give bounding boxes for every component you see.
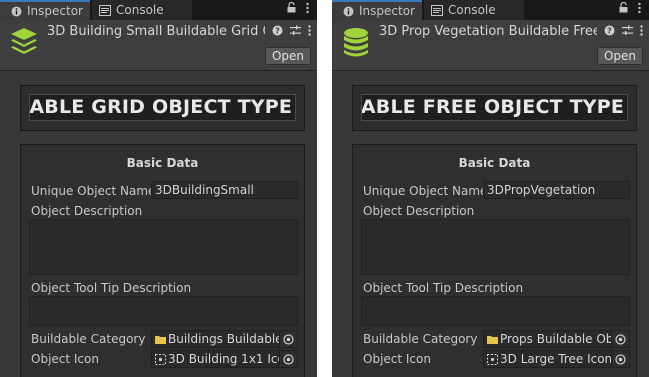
object-picker-icon[interactable] [279, 351, 297, 367]
asset-header: 3D Prop Vegetation Buildable Free Object… [332, 20, 649, 71]
asset-title: 3D Building Small Buildable Grid Object [47, 24, 265, 39]
description-label: Object Description [31, 204, 143, 218]
tab-console[interactable]: Console [424, 0, 524, 20]
basic-data-section: Basic Data Unique Object Name 3DPropVege… [352, 144, 637, 377]
object-icon-value: 3D Large Tree Icon [500, 352, 611, 366]
description-label: Object Description [363, 204, 475, 218]
unique-name-label: Unique Object Name [363, 184, 488, 198]
section-title: Basic Data [458, 156, 531, 170]
tab-inspector[interactable]: Inspector [332, 0, 422, 20]
basic-data-section: Basic Data Unique Object Name 3DBuilding… [20, 144, 305, 377]
object-picker-icon[interactable] [279, 331, 297, 347]
object-icon-field[interactable]: 3D Large Tree Icon [483, 350, 630, 368]
description-textarea[interactable] [29, 219, 298, 275]
tooltip-label: Object Tool Tip Description [363, 281, 524, 295]
object-type-banner: .DABLE FREE OBJECT TYPE [352, 85, 637, 131]
console-icon [430, 3, 444, 17]
object-icon-field[interactable]: 3D Building 1x1 Icon [151, 350, 298, 368]
more-options-icon[interactable] [638, 2, 641, 17]
stacked-layers-icon [9, 26, 39, 60]
unique-name-input[interactable]: 3DPropVegetation [483, 181, 630, 199]
section-title: Basic Data [126, 156, 199, 170]
database-icon [341, 26, 371, 60]
tooltip-label: Object Tool Tip Description [31, 281, 192, 295]
category-label: Buildable Category S [31, 332, 149, 346]
tooltip-textarea[interactable] [29, 296, 298, 326]
info-icon [341, 4, 355, 18]
inspector-panel-left: Inspector Console 3D Building Small Buil… [0, 0, 317, 377]
unique-name-input[interactable]: 3DBuildingSmall [151, 181, 298, 199]
object-type-text: .DABLE GRID OBJECT TYPE [29, 96, 292, 118]
tab-bar: Inspector Console [332, 0, 649, 20]
category-label: Buildable Category S [363, 332, 481, 346]
tab-inspector-label: Inspector [359, 4, 415, 18]
tab-console-label: Console [116, 3, 164, 17]
object-icon-value: 3D Building 1x1 Icon [168, 352, 279, 366]
tooltip-textarea[interactable] [361, 296, 630, 326]
svg-text:?: ? [607, 27, 612, 36]
more-options-icon[interactable] [306, 2, 309, 17]
asset-title: 3D Prop Vegetation Buildable Free Object [379, 24, 597, 39]
object-type-text: .DABLE FREE OBJECT TYPE [361, 96, 624, 118]
object-icon-label: Object Icon [363, 352, 431, 366]
category-value: Buildings Buildable C [168, 332, 279, 346]
asset-header: 3D Building Small Buildable Grid Object … [0, 20, 317, 71]
object-type-banner: .DABLE GRID OBJECT TYPE [20, 85, 305, 131]
lock-icon[interactable] [287, 1, 296, 17]
description-textarea[interactable] [361, 219, 630, 275]
object-type-field: .DABLE GRID OBJECT TYPE [29, 94, 296, 121]
lock-icon[interactable] [619, 1, 628, 17]
help-icon[interactable]: ? [604, 25, 615, 39]
open-button[interactable]: Open [596, 47, 643, 65]
folder-icon [487, 334, 498, 345]
tab-bar: Inspector Console [0, 0, 317, 20]
preset-icon[interactable] [290, 25, 301, 39]
category-object-field[interactable]: Buildings Buildable C [151, 330, 298, 348]
context-menu-icon[interactable] [308, 25, 311, 39]
svg-text:?: ? [275, 27, 280, 36]
sprite-icon [155, 354, 166, 365]
inspector-panel-right: Inspector Console 3D Prop Vegetation Bui… [332, 0, 649, 377]
object-picker-icon[interactable] [611, 331, 629, 347]
help-icon[interactable]: ? [272, 25, 283, 39]
object-icon-label: Object Icon [31, 352, 99, 366]
object-type-field: .DABLE FREE OBJECT TYPE [361, 94, 628, 121]
sprite-icon [487, 354, 498, 365]
open-button[interactable]: Open [264, 47, 311, 65]
tab-console-label: Console [448, 3, 496, 17]
tab-console[interactable]: Console [92, 0, 192, 20]
category-value: Props Buildable Obje [500, 332, 611, 346]
object-picker-icon[interactable] [611, 351, 629, 367]
unique-name-label: Unique Object Name [31, 184, 156, 198]
tab-inspector[interactable]: Inspector [0, 0, 90, 20]
folder-icon [155, 334, 166, 345]
category-object-field[interactable]: Props Buildable Obje [483, 330, 630, 348]
preset-icon[interactable] [622, 25, 633, 39]
console-icon [98, 3, 112, 17]
tab-inspector-label: Inspector [27, 4, 83, 18]
info-icon [9, 4, 23, 18]
context-menu-icon[interactable] [640, 25, 643, 39]
